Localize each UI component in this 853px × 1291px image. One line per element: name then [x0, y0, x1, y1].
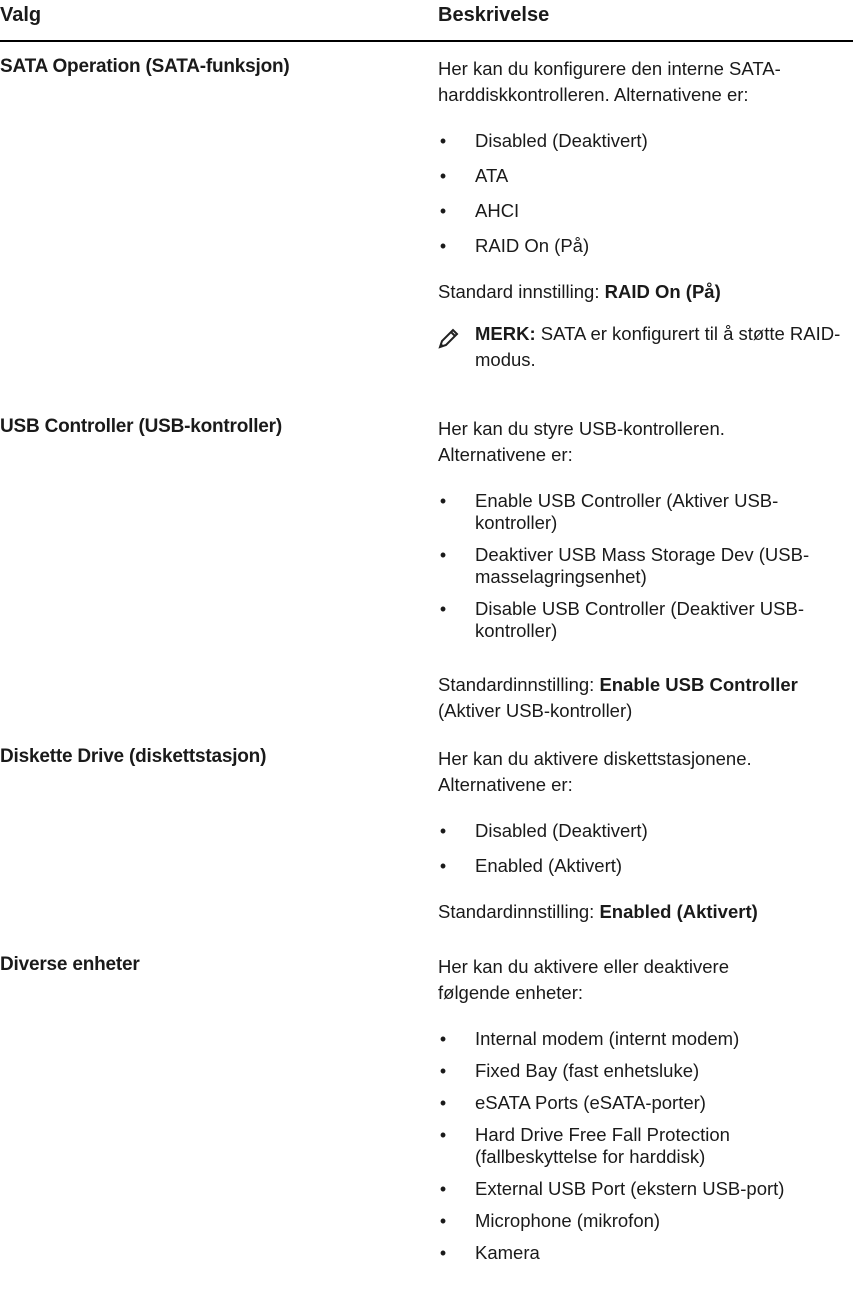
- bullet-dot: •: [439, 1093, 447, 1113]
- bullet-dot: •: [439, 599, 447, 619]
- bullet-dot: •: [439, 1179, 447, 1199]
- bullet-dot: •: [439, 1029, 447, 1049]
- option-description: Her kan du konfigurere den interne SATA-…: [438, 56, 848, 373]
- option-description: Her kan du aktivere diskettstasjonene. A…: [438, 746, 848, 925]
- bullet-dot: •: [439, 545, 447, 565]
- list-item: • Internal modem (internt modem): [439, 1028, 740, 1049]
- header-option: Valg: [0, 4, 42, 26]
- options-list: • Internal modem (internt modem) • Fixed B…: [438, 1028, 848, 1264]
- list-item: • Fixed Bay (fast enhetsluke): [439, 1060, 700, 1081]
- default-setting: Standard innstilling: RAID On (På): [438, 281, 721, 302]
- note: MERK: SATA er konfigurert til å støtte R…: [438, 321, 848, 373]
- option-description: Her kan du aktivere eller deaktivere føl…: [438, 954, 848, 1264]
- list-item: • Disable USB Controller (Deaktiver USB-k…: [439, 598, 804, 641]
- description-intro: Her kan du konfigurere den interne SATA-…: [438, 58, 781, 105]
- list-item: • External USB Port (ekstern USB-port): [439, 1178, 785, 1199]
- list-item: • eSATA Ports (eSATA-porter): [439, 1092, 706, 1113]
- option-description: Her kan du styre USB-kontrolleren. Alter…: [438, 416, 848, 724]
- header-description: Beskrivelse: [438, 4, 550, 26]
- list-item: • Microphone (mikrofon): [439, 1210, 661, 1231]
- list-item: • AHCI: [439, 200, 520, 221]
- description-intro: Her kan du aktivere eller deaktivere føl…: [438, 956, 730, 1003]
- list-item: • ATA: [439, 165, 509, 186]
- list-item: • Enable USB Controller (Aktiver USB-kont…: [439, 490, 779, 533]
- bullet-dot: •: [439, 1125, 447, 1145]
- bullet-dot: •: [439, 201, 447, 221]
- options-list: • Disabled (Deaktivert) • ATA • AHCI • RAID …: [438, 130, 848, 257]
- bullet-dot: •: [439, 491, 447, 511]
- default-setting: Standardinnstilling: Enable USB Controll…: [438, 674, 798, 721]
- table-header: Valg Beskrivelse: [0, 0, 853, 42]
- option-name: Diskette Drive (diskettstasjon): [0, 746, 267, 767]
- document-page: Valg Beskrivelse SATA Operation (SATA-fu…: [0, 0, 853, 1291]
- bullet-dot: •: [439, 1243, 447, 1263]
- list-item: • Disabled (Deaktivert): [439, 130, 648, 151]
- options-list: • Enable USB Controller (Aktiver USB-kont…: [438, 490, 848, 642]
- bullet-dot: •: [439, 1061, 447, 1081]
- bullet-dot: •: [439, 1211, 447, 1231]
- list-item: • Disabled (Deaktivert): [439, 820, 648, 841]
- bullet-dot: •: [439, 166, 447, 186]
- description-intro: Her kan du aktivere diskettstasjonene. A…: [438, 748, 752, 795]
- list-item: • RAID On (På): [439, 235, 590, 256]
- bullet-dot: •: [439, 236, 447, 256]
- pencil-note-icon: [438, 327, 460, 349]
- default-setting: Standardinnstilling: Enabled (Aktivert): [438, 901, 758, 922]
- option-name: Diverse enheter: [0, 954, 140, 975]
- list-item: • Deaktiver USB Mass Storage Dev (USB-mas…: [439, 544, 810, 587]
- options-list: • Disabled (Deaktivert) • Enabled (Aktiver…: [438, 820, 848, 877]
- option-name: SATA Operation (SATA-funksjon): [0, 56, 290, 77]
- list-item: • Enabled (Aktivert): [439, 855, 623, 876]
- bullet-dot: •: [439, 131, 447, 151]
- list-item: • Kamera: [439, 1242, 540, 1263]
- header-rule: [0, 40, 853, 42]
- description-intro: Her kan du styre USB-kontrolleren. Alter…: [438, 418, 725, 465]
- list-item: • Hard Drive Free Fall Protection (fallbe…: [439, 1124, 730, 1167]
- bullet-dot: •: [439, 856, 447, 876]
- bullet-dot: •: [439, 821, 447, 841]
- option-name: USB Controller (USB-kontroller): [0, 416, 282, 437]
